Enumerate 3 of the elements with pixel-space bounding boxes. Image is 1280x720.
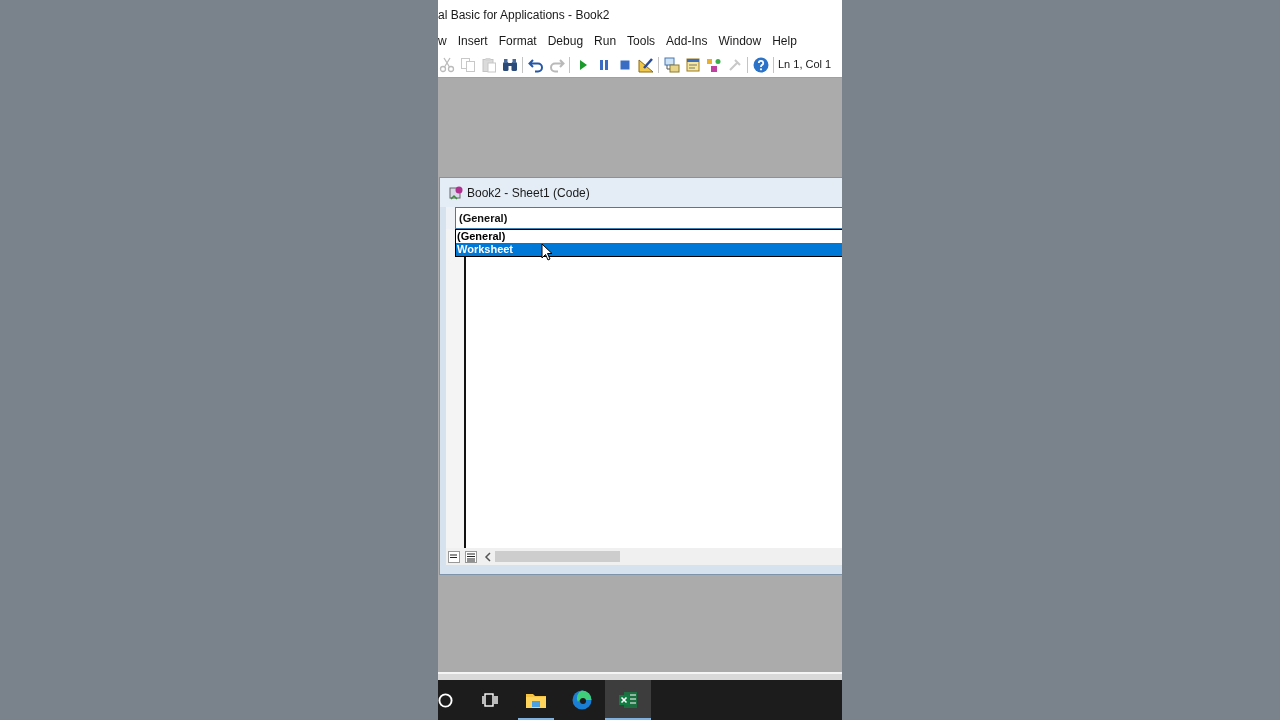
window-title: al Basic for Applications - Book2: [438, 7, 610, 24]
window-title: Book2 - Sheet1 (Code): [467, 184, 590, 202]
cursor-position: Ln 1, Col 1: [778, 57, 832, 73]
